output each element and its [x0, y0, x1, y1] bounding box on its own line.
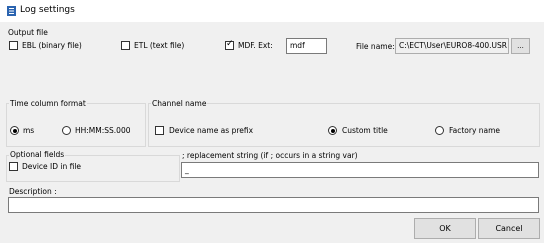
custom-title-radio[interactable]: [328, 126, 337, 135]
browse-button[interactable]: ...: [511, 38, 530, 54]
output-file-group-label: Output file: [8, 28, 48, 37]
ok-button[interactable]: OK: [414, 218, 476, 239]
file-name-label: File name:: [356, 42, 395, 51]
custom-title-label[interactable]: Custom title: [342, 126, 388, 135]
ms-label[interactable]: ms: [23, 126, 34, 135]
time-column-group-label: Time column format: [9, 99, 87, 108]
description-label: Description :: [9, 187, 57, 196]
channel-name-group-label: Channel name: [151, 99, 208, 108]
device-prefix-label[interactable]: Device name as prefix: [169, 126, 253, 135]
description-input[interactable]: [8, 197, 539, 213]
hms-label[interactable]: HH:MM:SS.000: [75, 126, 131, 135]
device-prefix-checkbox[interactable]: [155, 126, 164, 135]
optional-fields-group-label: Optional fields: [9, 150, 66, 159]
file-name-input[interactable]: C:\ECT\User\EURO8-400.USR: [395, 38, 509, 54]
mdf-extension-input[interactable]: mdf: [286, 38, 327, 54]
etl-label[interactable]: ETL (text file): [134, 41, 184, 50]
ebl-label[interactable]: EBL (binary file): [22, 41, 82, 50]
device-id-checkbox[interactable]: [9, 162, 18, 171]
replacement-string-input[interactable]: _: [181, 162, 539, 178]
device-id-label[interactable]: Device ID in file: [22, 162, 81, 171]
cancel-button[interactable]: Cancel: [478, 218, 540, 239]
mdf-label[interactable]: MDF. Ext:: [238, 41, 273, 50]
log-settings-icon: [7, 6, 16, 16]
time-column-group: [6, 103, 146, 147]
factory-name-label[interactable]: Factory name: [449, 126, 500, 135]
mdf-checkbox[interactable]: [225, 39, 234, 50]
window-title: Log settings: [20, 5, 75, 15]
hms-radio[interactable]: [62, 126, 71, 135]
ms-radio[interactable]: [10, 126, 19, 135]
etl-checkbox[interactable]: [121, 41, 130, 50]
ebl-checkbox[interactable]: [9, 41, 18, 50]
title-bar: Log settings: [0, 0, 544, 22]
channel-name-group: [148, 103, 540, 147]
factory-name-radio[interactable]: [435, 126, 444, 135]
replacement-string-label: ; replacement string (if ; occurs in a s…: [182, 151, 358, 160]
